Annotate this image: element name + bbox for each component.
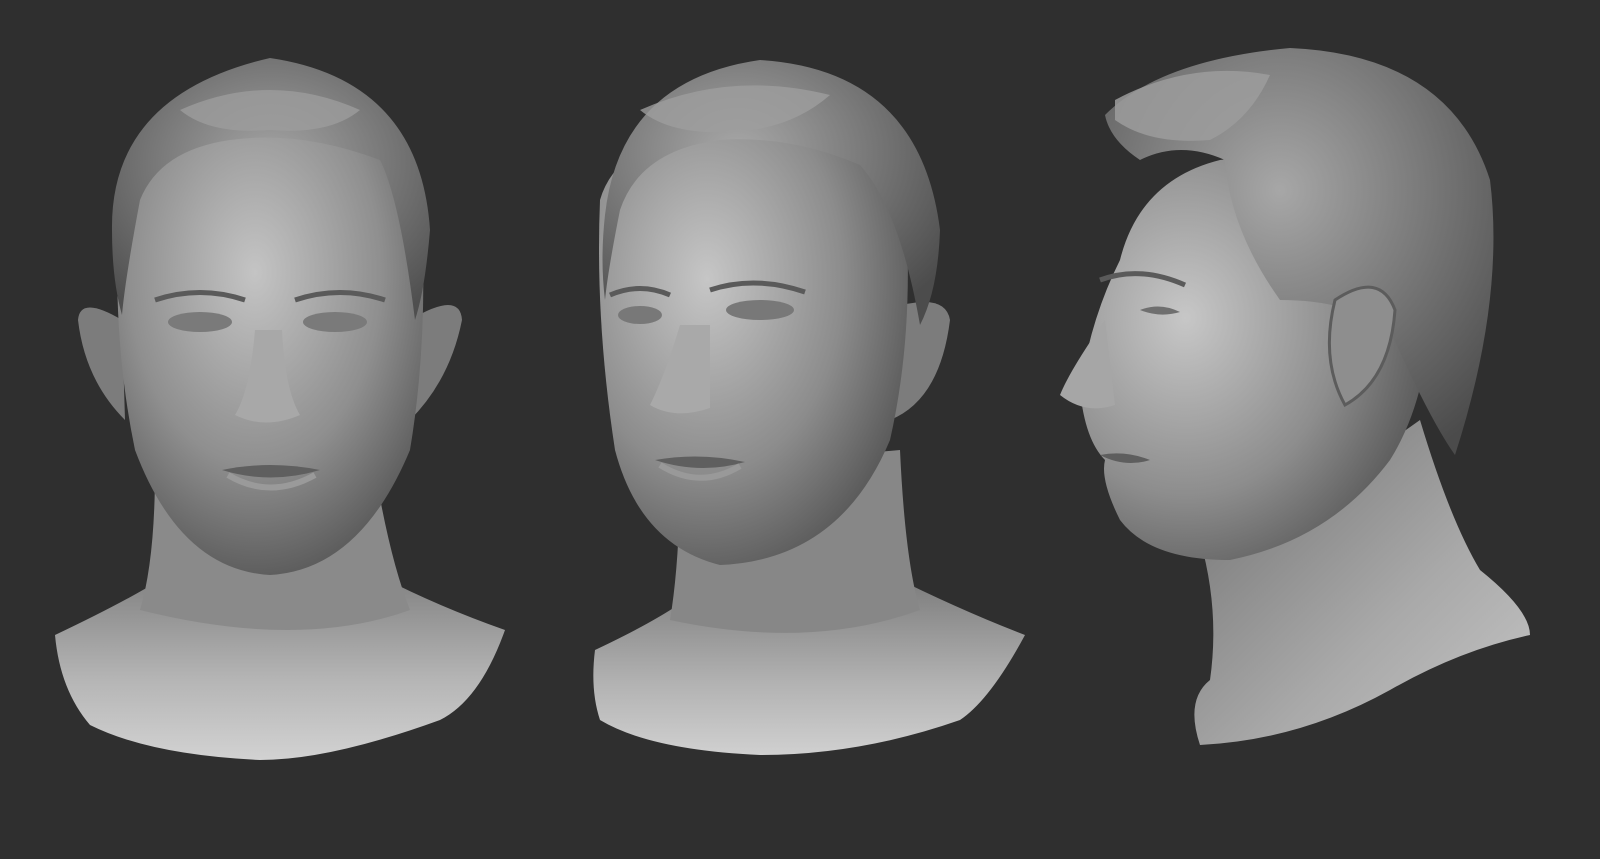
three-quarter-view-sculpt xyxy=(560,0,1080,859)
right-eye-shape xyxy=(726,300,794,320)
profile-view-sculpt xyxy=(1060,0,1600,859)
left-ear-shape xyxy=(78,307,125,420)
right-eye-shape xyxy=(303,312,367,332)
three-quarter-head-render xyxy=(593,60,1025,755)
left-eye-shape xyxy=(618,306,662,324)
left-eye-shape xyxy=(168,312,232,332)
render-canvas xyxy=(0,0,1600,859)
front-view-sculpt xyxy=(0,0,540,859)
front-head-render xyxy=(55,58,505,760)
profile-head-render xyxy=(1060,48,1530,745)
